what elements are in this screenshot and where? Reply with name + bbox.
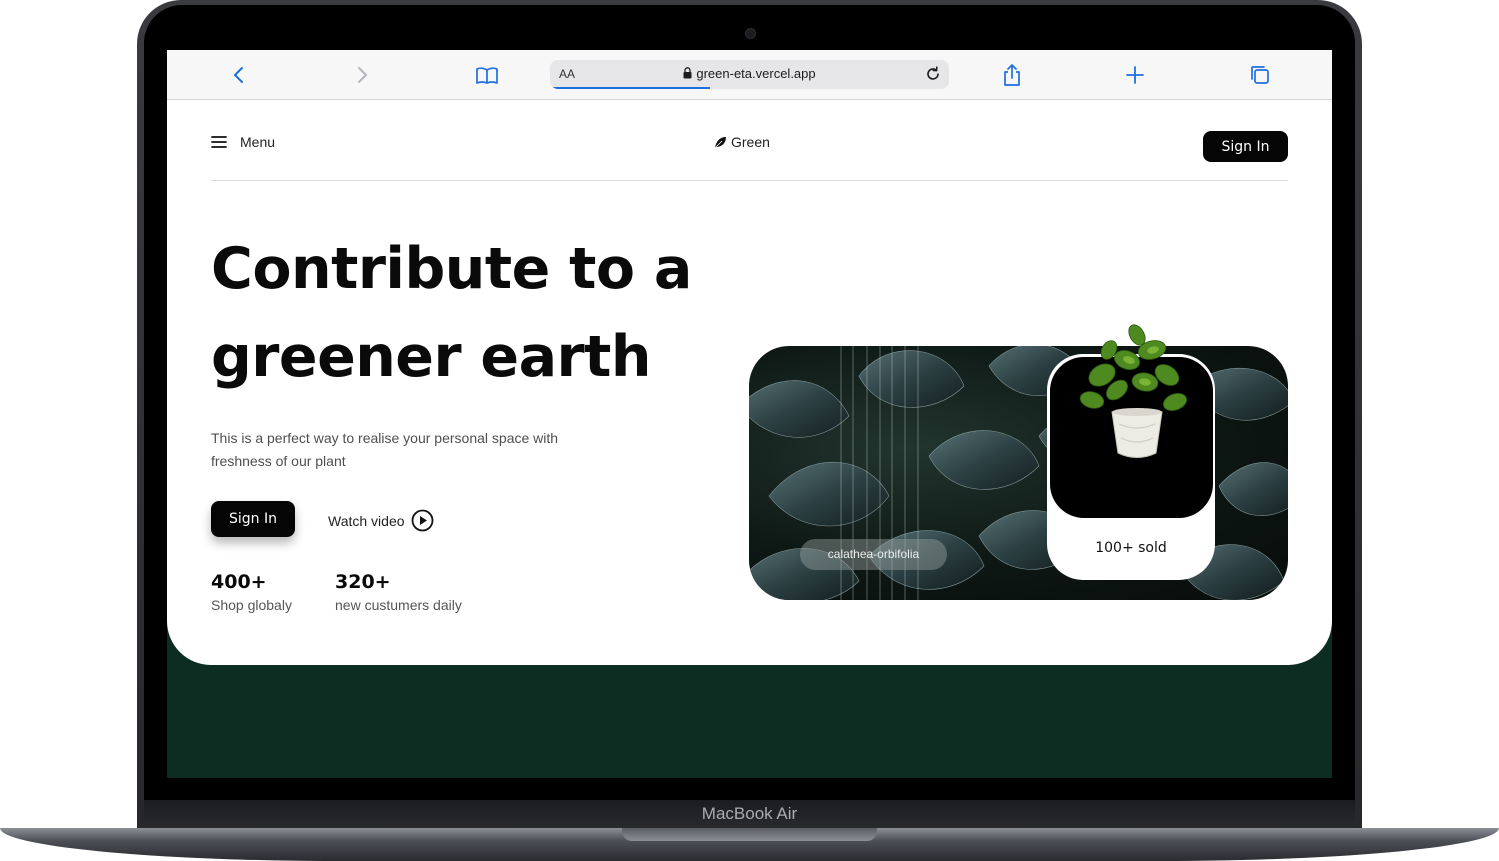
- bookmarks-icon[interactable]: [474, 62, 500, 88]
- camera-dot: [745, 28, 756, 39]
- top-nav: Menu Green Sign In: [211, 100, 1288, 181]
- sold-count: 100+ sold: [1095, 540, 1167, 556]
- watch-video-label: Watch video: [328, 512, 405, 529]
- stat-label: new custumers daily: [335, 597, 462, 613]
- menu-label: Menu: [240, 134, 276, 150]
- stat-label: Shop globaly: [211, 597, 292, 613]
- address-bar[interactable]: AA green-eta.vercel.app: [550, 60, 949, 89]
- hero-signin-button[interactable]: Sign In: [211, 501, 295, 537]
- laptop-notch: [622, 828, 877, 841]
- reload-icon[interactable]: [923, 64, 943, 84]
- stat-shops: 400+ Shop globaly: [211, 570, 292, 613]
- new-tab-icon[interactable]: [1122, 62, 1148, 88]
- url-text: green-eta.vercel.app: [696, 66, 816, 81]
- stat-value: 320+: [335, 571, 391, 593]
- browser-toolbar: AA green-eta.vercel.app: [167, 50, 1332, 100]
- lock-icon: [683, 67, 692, 79]
- hero-title: Contribute to a greener earth: [211, 236, 692, 390]
- stat-value: 400+: [211, 571, 267, 593]
- nav-signin-button[interactable]: Sign In: [1203, 131, 1288, 162]
- share-icon[interactable]: [999, 62, 1025, 88]
- watch-video-link[interactable]: Watch video: [328, 509, 434, 532]
- leaf-icon: [714, 136, 726, 148]
- play-circle-icon: [411, 509, 433, 532]
- hero-description: This is a perfect way to realise your pe…: [211, 430, 559, 469]
- stat-customers: 320+ new custumers daily: [335, 570, 462, 613]
- tabs-overview-icon[interactable]: [1247, 62, 1273, 88]
- page-load-progress: [550, 87, 710, 89]
- device-label: MacBook Air: [701, 804, 798, 823]
- screen: AA green-eta.vercel.app Menu Green Sign …: [167, 50, 1332, 778]
- species-tag: calathea-orbifolia: [800, 539, 947, 570]
- back-icon[interactable]: [226, 62, 252, 88]
- landing-page: Menu Green Sign In Contribute to a green…: [167, 100, 1332, 665]
- potted-plant-image: [1079, 324, 1188, 458]
- menu-button[interactable]: Menu: [211, 134, 275, 150]
- hamburger-icon: [211, 136, 227, 148]
- forward-icon[interactable]: [349, 62, 375, 88]
- url-display[interactable]: green-eta.vercel.app: [550, 66, 949, 81]
- brand-logo[interactable]: Green: [714, 134, 770, 150]
- brand-name: Green: [731, 134, 770, 150]
